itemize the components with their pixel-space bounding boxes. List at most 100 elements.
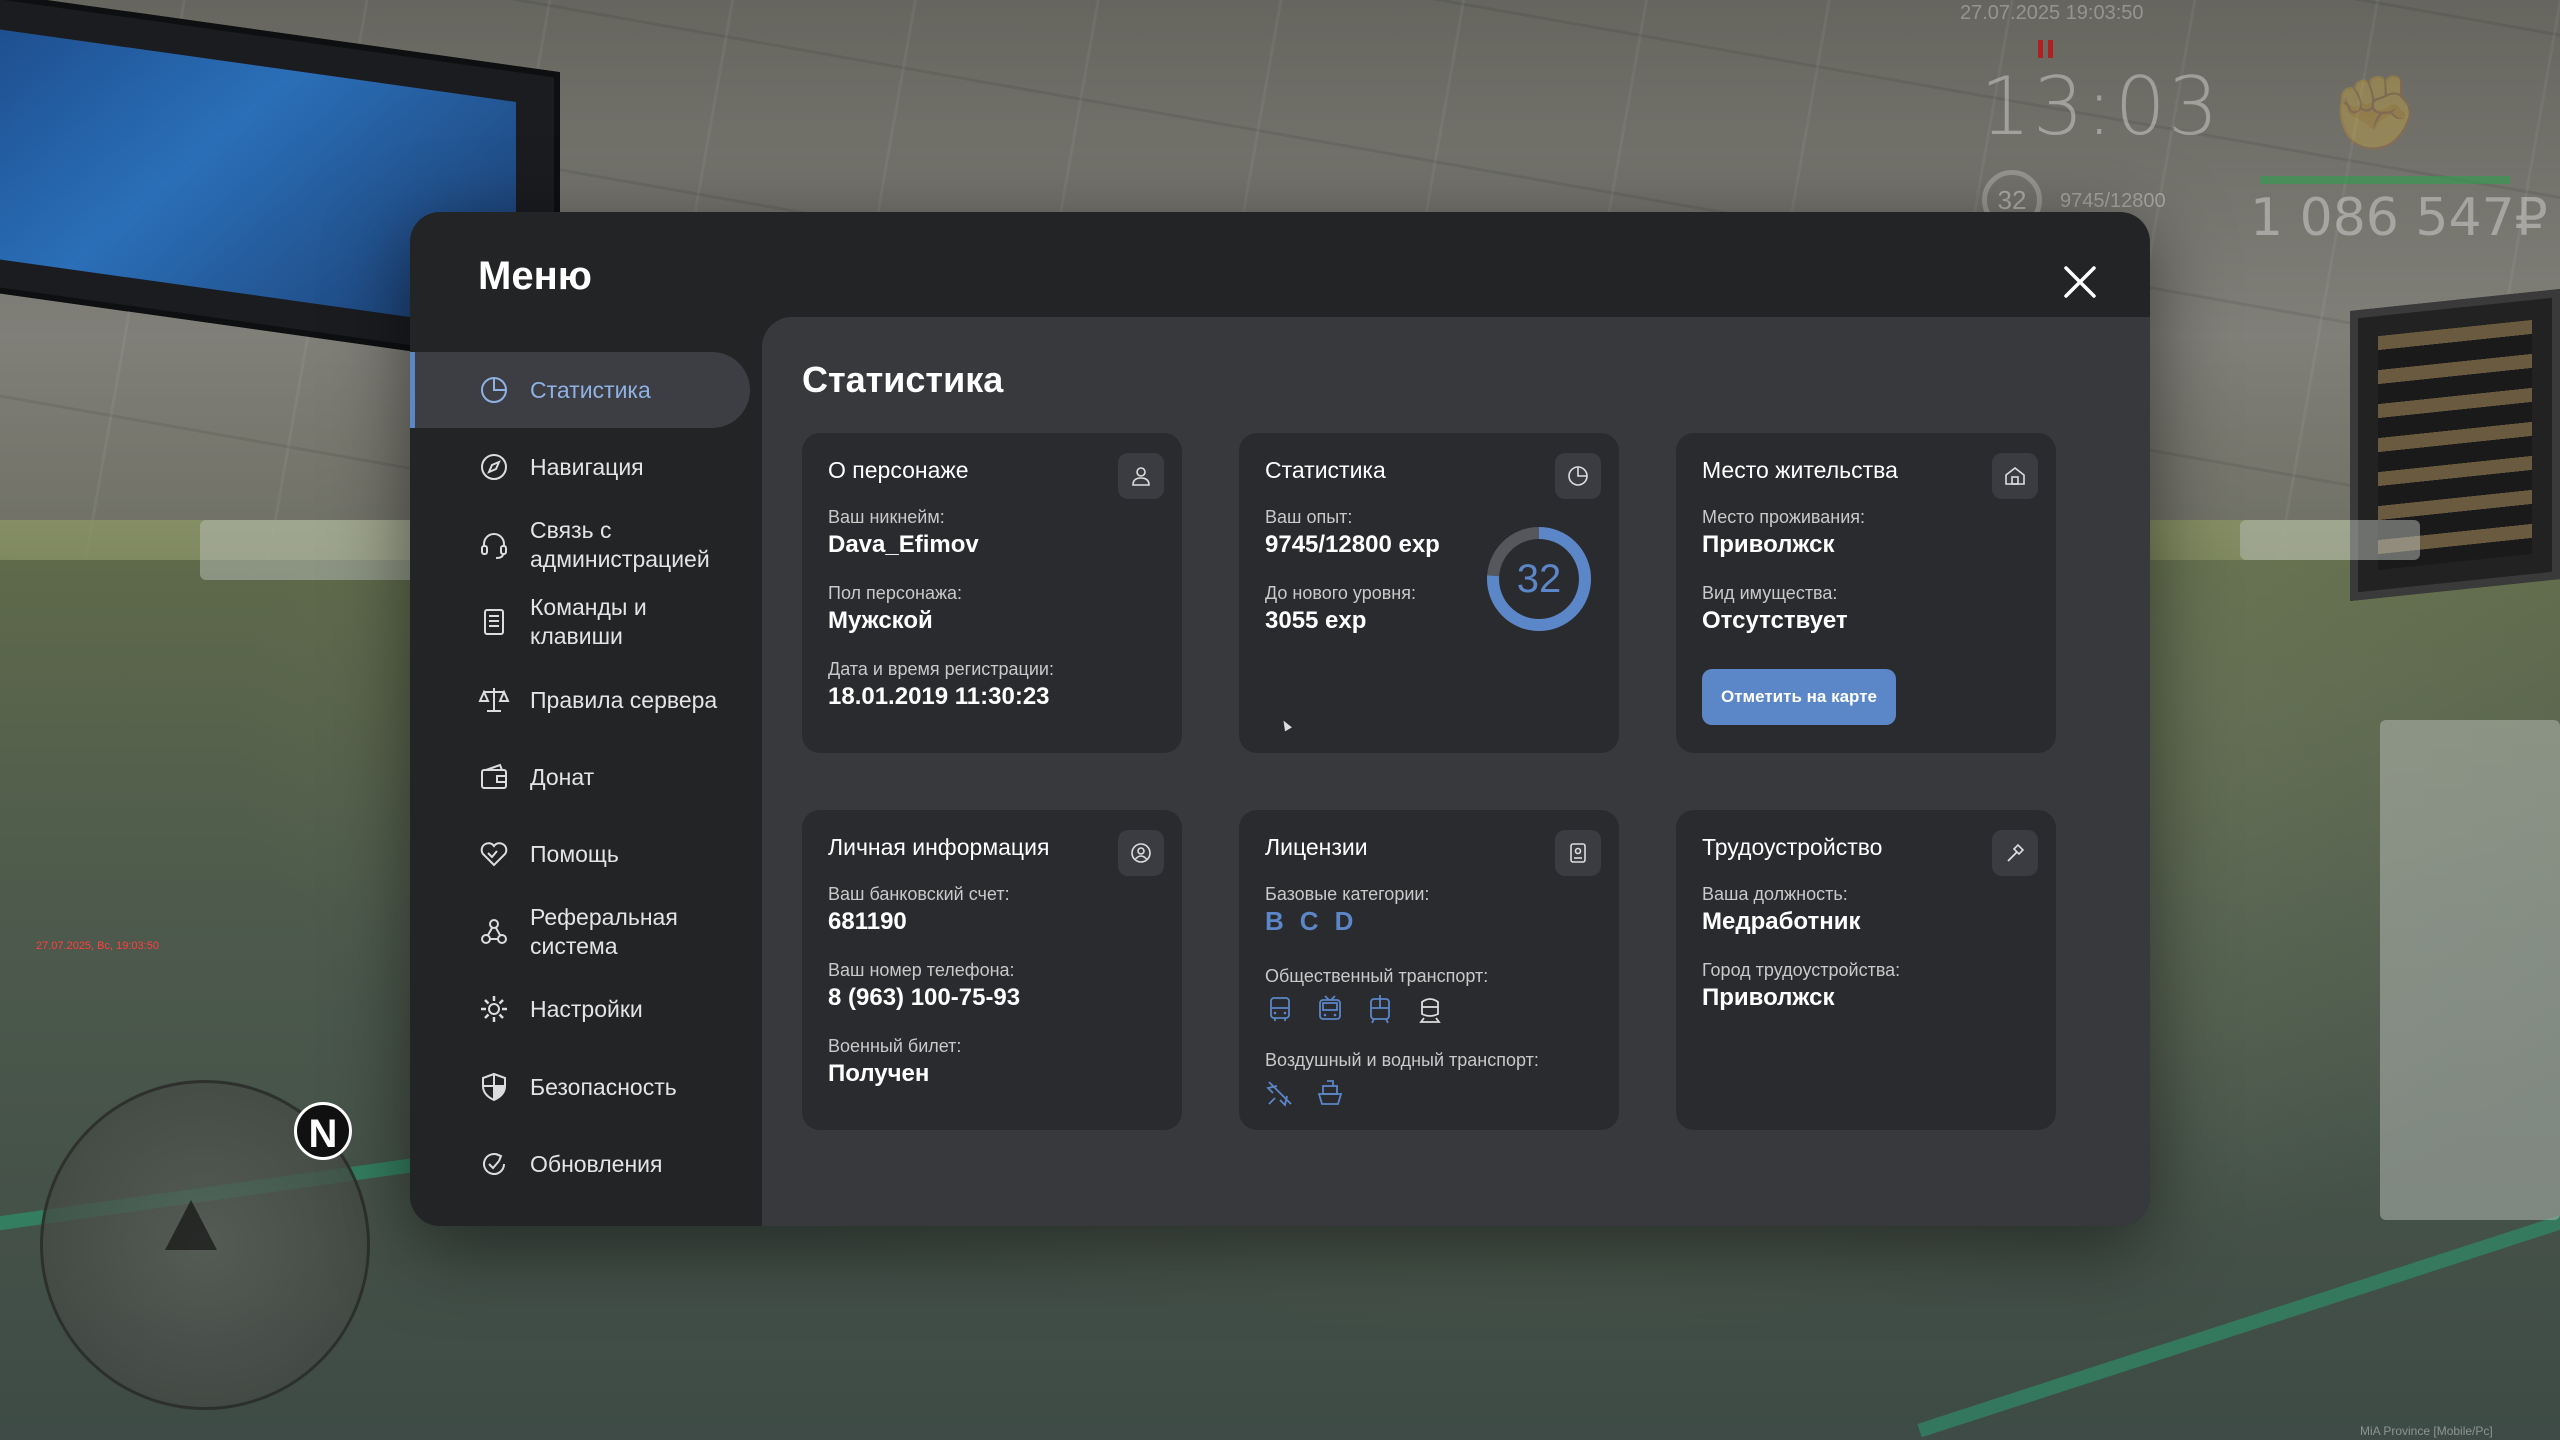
sidebar-item-statistics[interactable]: Статистика [410, 352, 750, 428]
military-id-label: Военный билет: [828, 1036, 962, 1056]
sidebar-item-help[interactable]: Помощь [410, 816, 750, 892]
hud-date-time: 27.07.2025 19:03:50 [1960, 2, 2144, 24]
sidebar-item-donate[interactable]: Донат [410, 739, 750, 815]
residence-place-label: Место проживания: [1702, 507, 1866, 527]
train-icon [1415, 994, 1445, 1029]
exp-label: Ваш опыт: [1265, 507, 1353, 527]
card-personal-info: Личная информация Ваш банковский счет: 6… [802, 810, 1182, 1130]
refresh-check-icon [478, 1148, 510, 1180]
job-position-value: Медработник [1702, 908, 1861, 935]
sidebar-item-updates[interactable]: Обновления [410, 1126, 750, 1202]
corner-stamp: MiA Province [Mobile/Pc] [2360, 1424, 2493, 1438]
mark-on-map-button[interactable]: Отметить на карте [1702, 669, 1896, 725]
property-label: Вид имущества: [1702, 583, 1838, 603]
license-category-c: C [1299, 906, 1319, 936]
exp-value: 9745/12800 exp [1265, 531, 1440, 558]
sidebar-item-settings[interactable]: Настройки [410, 971, 750, 1047]
registration-value: 18.01.2019 11:30:23 [828, 683, 1050, 710]
sidebar-item-label: Обновления [530, 1150, 663, 1177]
hud-money: 1 086 547₽ [2250, 188, 2548, 248]
sidebar-item-referral[interactable]: Реферальная система [410, 894, 750, 970]
page-title: Статистика [802, 359, 1004, 400]
base-categories-label: Базовые категории: [1265, 884, 1430, 904]
card-employment: Трудоустройство Ваша должность: Медработ… [1676, 810, 2056, 1130]
air-water-transport-icons [1265, 1078, 1345, 1113]
sidebar-item-admin-contact[interactable]: Связь с администрацией [410, 507, 750, 583]
air-water-transport-label: Воздушный и водный транспорт: [1265, 1050, 1539, 1070]
user-circle-icon [1118, 830, 1164, 876]
id-badge-icon [1555, 830, 1601, 876]
residence-place-value: Приволжск [1702, 531, 1835, 558]
content-area: Статистика О персонаже Ваш никнейм: Dava… [762, 317, 2150, 1226]
compass-north: N [294, 1102, 352, 1160]
compass-icon [478, 451, 510, 483]
sidebar-item-commands[interactable]: Команды и клавиши [410, 584, 750, 660]
menu-panel: Меню Статистика Навигация Связь с админи… [410, 212, 2150, 1226]
sidebar-item-navigation[interactable]: Навигация [410, 429, 750, 505]
public-transport-icons [1265, 994, 1445, 1029]
job-position-label: Ваша должность: [1702, 884, 1848, 904]
tram-icon [1365, 994, 1395, 1029]
license-category-b: B [1265, 906, 1284, 936]
sidebar-item-label: Безопасность [530, 1073, 677, 1100]
sidebar-item-label: Команды и клавиши [530, 594, 647, 649]
close-icon [2064, 266, 2096, 298]
sidebar-item-rules[interactable]: Правила сервера [410, 662, 750, 738]
sidebar-item-label: Связь с администрацией [530, 517, 710, 572]
bench [2240, 520, 2420, 560]
card-character: О персонаже Ваш никнейм: Dava_Efimov Пол… [802, 433, 1182, 753]
ship-icon [1315, 1078, 1345, 1113]
hud-clock: 13:03 [1980, 60, 2221, 153]
military-id-value: Получен [828, 1060, 930, 1087]
public-transport-label: Общественный транспорт: [1265, 966, 1489, 986]
card-statistics: Статистика Ваш опыт: 9745/12800 exp До н… [1239, 433, 1619, 753]
bench [2380, 720, 2560, 1220]
headset-icon [478, 529, 510, 561]
side-timestamp: 27.07.2025, Вс, 19:03:50 [36, 940, 159, 952]
trolleybus-icon [1315, 994, 1345, 1029]
card-residence: Место жительства Место проживания: Приво… [1676, 433, 2056, 753]
license-category-d: D [1334, 906, 1354, 936]
next-level-label: До нового уровня: [1265, 583, 1416, 603]
sidebar-item-label: Помощь [530, 840, 619, 867]
sidebar-item-label: Навигация [530, 453, 644, 480]
pause-icon [2038, 40, 2056, 58]
card-title: Личная информация [828, 834, 1050, 860]
referral-icon [478, 916, 510, 948]
nickname-value: Dava_Efimov [828, 531, 979, 558]
hud-health-bar [2260, 176, 2510, 184]
gear-icon [478, 993, 510, 1025]
bank-account-value: 681190 [828, 908, 907, 935]
pie-chart-icon [478, 374, 510, 406]
gender-label: Пол персонажа: [828, 583, 963, 603]
clock-pie-icon [1555, 453, 1601, 499]
wallet-icon [478, 761, 510, 793]
card-title: Место жительства [1702, 457, 1898, 483]
registration-label: Дата и время регистрации: [828, 659, 1054, 679]
phone-value: 8 (963) 100-75-93 [828, 984, 1021, 1011]
phone-label: Ваш номер телефона: [828, 960, 1015, 980]
player-arrow-icon [165, 1200, 217, 1250]
gender-value: Мужской [828, 607, 933, 634]
sidebar-item-label: Настройки [530, 995, 643, 1022]
fist-icon: ✊ [2330, 73, 2420, 153]
bench [200, 520, 420, 580]
shield-icon [478, 1071, 510, 1103]
hud-exp: 9745/12800 [2060, 190, 2166, 212]
close-button[interactable] [2060, 262, 2100, 302]
sidebar-item-label: Донат [530, 763, 595, 790]
property-value: Отсутствует [1702, 607, 1848, 634]
card-title: Статистика [1265, 457, 1386, 483]
sidebar-item-security[interactable]: Безопасность [410, 1049, 750, 1125]
card-title: Лицензии [1265, 834, 1368, 860]
level-number: 32 [1516, 557, 1562, 601]
nickname-label: Ваш никнейм: [828, 507, 945, 527]
house-icon [1992, 453, 2038, 499]
bank-account-label: Ваш банковский счет: [828, 884, 1010, 904]
sidebar-item-label: Статистика [530, 376, 651, 403]
heart-handshake-icon [478, 838, 510, 870]
card-title: О персонаже [828, 457, 969, 483]
license-categories: B C D [1265, 906, 1353, 937]
document-list-icon [478, 606, 510, 638]
job-city-value: Приволжск [1702, 984, 1835, 1011]
